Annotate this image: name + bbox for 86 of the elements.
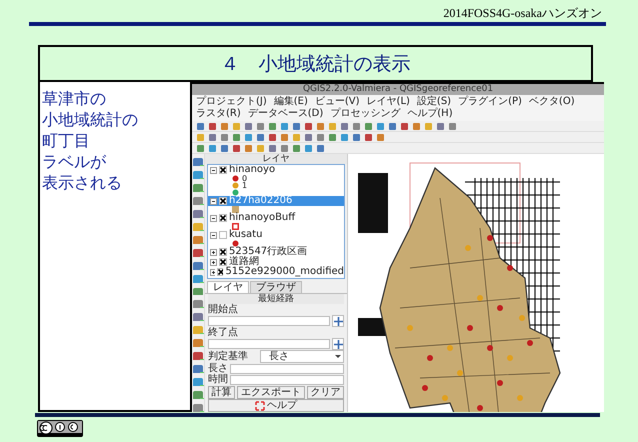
note-text: 草津市の <box>42 88 106 109</box>
menu-item[interactable]: ベクタ(O) <box>528 96 575 108</box>
toolbar-icon[interactable] <box>192 196 204 205</box>
toolbar-icon[interactable] <box>192 338 204 348</box>
header-text: 2014FOSS4G-osakaハンズオン <box>443 6 602 20</box>
menu-item[interactable]: データベース(D) <box>248 108 324 120</box>
menu-item[interactable]: プロジェクト(J) <box>196 96 267 108</box>
toolbar-icon[interactable] <box>192 274 204 283</box>
note-text: 町丁目 <box>42 130 90 151</box>
layer-item[interactable]: hinanoyoBuff <box>208 213 344 223</box>
window-title: QGIS2.2.0-Valmiera - QGISgeoreference01 <box>302 84 494 95</box>
toolbar-icon[interactable] <box>192 182 204 192</box>
field-label: 判定基準 <box>208 351 249 362</box>
field-label: 開始点 <box>208 304 239 315</box>
input-field[interactable] <box>208 339 330 349</box>
layer-name: 道路網 <box>229 257 259 267</box>
layer-name: kusatu <box>229 230 262 240</box>
panel-title: レイヤ <box>262 154 290 164</box>
menu-item[interactable]: ヘルプ(H) <box>407 108 453 120</box>
menu-item[interactable]: プロセッシング <box>330 108 400 120</box>
collapse-icon[interactable] <box>210 198 217 204</box>
legend-label: 1 <box>242 182 248 189</box>
menu-item[interactable]: ラスタ(R) <box>196 108 241 120</box>
checkbox[interactable] <box>219 197 227 205</box>
checkbox[interactable] <box>219 258 227 266</box>
add-icon[interactable] <box>332 338 344 350</box>
slide-title: ４ 小地域統計の表示 <box>220 52 410 76</box>
toolbar-icon[interactable] <box>192 299 204 308</box>
action-button[interactable]: エクスポート <box>237 386 305 399</box>
action-button[interactable]: 計算 <box>208 386 236 399</box>
input-field[interactable] <box>230 374 344 384</box>
collapse-icon[interactable] <box>210 166 217 174</box>
input-field[interactable] <box>230 364 344 374</box>
dropdown-value: 長さ <box>269 351 289 362</box>
layer-item[interactable]: 道路網 <box>208 257 344 267</box>
help-icon <box>255 400 265 410</box>
expand-icon[interactable] <box>210 258 217 266</box>
toolbar-icon[interactable] <box>192 312 204 322</box>
layer-name: h27ha02206 <box>229 196 292 206</box>
note-text: 表示される <box>42 172 122 193</box>
field-label: 終了点 <box>208 327 239 338</box>
legend-label: 0 <box>242 175 248 182</box>
checkbox[interactable] <box>217 268 224 276</box>
license-badge-icon <box>37 420 83 437</box>
collapse-icon[interactable] <box>210 232 217 238</box>
checkbox[interactable] <box>219 214 227 222</box>
collapse-icon[interactable] <box>210 214 217 222</box>
layer-name: 523547行政区画 <box>229 247 308 257</box>
toolbar-icon[interactable] <box>192 286 204 296</box>
checkbox[interactable] <box>219 166 227 174</box>
checkbox[interactable] <box>219 248 227 256</box>
checkbox[interactable] <box>219 231 227 239</box>
add-icon[interactable] <box>332 315 344 327</box>
note-text: 小地域統計の <box>42 109 138 130</box>
menu-item[interactable]: プラグイン(P) <box>458 96 522 108</box>
tab[interactable]: ブラウザ <box>250 281 302 293</box>
layer-name: hinanoyoBuff <box>229 213 296 223</box>
input-field[interactable] <box>208 316 330 326</box>
layer-item[interactable]: kusatu <box>208 230 344 240</box>
panel-title: 最短経路 <box>258 294 294 304</box>
action-button[interactable]: クリア <box>306 386 344 399</box>
menu-item[interactable]: 編集(E) <box>274 96 308 108</box>
caret-icon <box>335 355 341 358</box>
note-text: ラベルが <box>42 151 106 172</box>
layer-item[interactable]: 523547行政区画 <box>208 247 344 257</box>
toolbar-icon[interactable] <box>192 157 204 166</box>
tab[interactable]: レイヤ <box>207 281 249 293</box>
toolbar-icon[interactable] <box>192 260 204 270</box>
help-button[interactable]: ヘルプ <box>208 399 344 412</box>
expand-icon[interactable] <box>210 248 217 256</box>
expand-icon[interactable] <box>210 268 216 276</box>
menu-item[interactable]: レイヤ(L) <box>366 96 410 108</box>
toolbar-icon[interactable] <box>192 170 204 179</box>
toolbar-icon[interactable] <box>192 208 204 218</box>
toolbar-icon[interactable] <box>192 364 204 374</box>
field-label: 長さ <box>208 363 228 374</box>
toolbar-icon[interactable] <box>192 390 204 400</box>
dropdown[interactable]: 長さ <box>260 350 344 363</box>
toolbar-icon[interactable] <box>192 351 204 360</box>
toolbar-icon[interactable] <box>192 403 204 412</box>
field-label: 時間 <box>208 374 228 385</box>
toolbar-icon[interactable] <box>192 248 204 257</box>
menu-item[interactable]: ビュー(V) <box>314 96 360 108</box>
toolbar-icon[interactable] <box>192 234 204 244</box>
menu-item[interactable]: 設定(S) <box>416 96 452 108</box>
toolbar-icon[interactable] <box>192 377 204 386</box>
